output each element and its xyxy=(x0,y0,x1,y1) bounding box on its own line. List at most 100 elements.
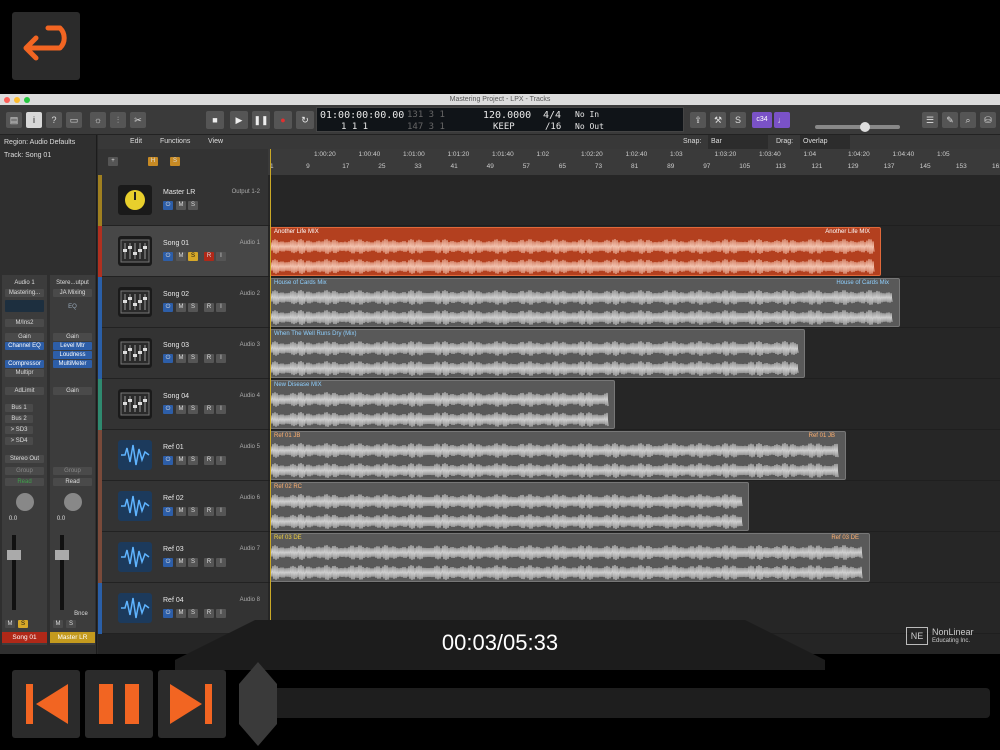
audio-region[interactable]: New Disease MIX xyxy=(270,380,615,429)
track-name[interactable]: Ref 02 xyxy=(163,495,184,502)
track-lane[interactable]: Another Life MIX Another Life MIX xyxy=(268,226,1000,277)
back-button[interactable] xyxy=(12,12,80,80)
close-window-icon[interactable] xyxy=(4,97,10,103)
track-solo-button[interactable]: S xyxy=(188,507,198,516)
track-lane[interactable]: Ref 03 DE Ref 03 DE xyxy=(268,532,1000,583)
list-editors-icon[interactable]: ⇪ xyxy=(690,112,706,128)
strip2-fader-cap[interactable] xyxy=(55,550,69,560)
strip2-setting[interactable]: JA Mixing xyxy=(53,289,92,297)
quick-help-icon[interactable]: ? xyxy=(46,112,62,128)
track-input-monitor-button[interactable]: I xyxy=(216,507,226,516)
toolbar-icon[interactable]: ▭ xyxy=(66,112,82,128)
master-volume-slider[interactable] xyxy=(815,125,900,129)
solo-header-button[interactable]: S xyxy=(170,157,180,166)
strip1-automation[interactable]: Read xyxy=(5,478,44,486)
strip2-group[interactable]: Group xyxy=(53,467,92,475)
track-input-monitor-button[interactable]: I xyxy=(216,303,226,312)
audio-region[interactable]: When The Well Runs Dry (Mix) xyxy=(270,329,805,378)
strip2-gain2[interactable]: Gain xyxy=(53,387,92,395)
scrubber-handle[interactable] xyxy=(239,662,277,746)
strip1-plugin-1[interactable]: Channel EQ xyxy=(5,342,44,350)
search-icon[interactable]: ⌕ xyxy=(960,112,976,128)
track-input-monitor-button[interactable]: I xyxy=(216,405,226,414)
audio-region[interactable]: Another Life MIX Another Life MIX xyxy=(270,227,881,276)
pause-button[interactable]: ❚❚ xyxy=(252,111,270,129)
playback-scrubber[interactable] xyxy=(240,688,990,718)
track-solo-button[interactable]: S xyxy=(188,252,198,261)
track-input-monitor-button[interactable]: I xyxy=(216,456,226,465)
strip1-send-2[interactable]: Bus 2 xyxy=(5,415,33,423)
track-solo-button[interactable]: S xyxy=(188,456,198,465)
track-mute-button[interactable]: M xyxy=(176,405,186,414)
track-power-button[interactable]: ⏻ xyxy=(163,558,173,567)
previous-button[interactable] xyxy=(12,670,80,738)
browser-icon[interactable]: ⛁ xyxy=(980,112,996,128)
play-button[interactable]: ▶ xyxy=(230,111,248,129)
strip2-automation[interactable]: Read xyxy=(53,478,92,486)
mixer-icon[interactable]: ⫶ xyxy=(110,112,126,128)
strip2-gain[interactable]: Gain xyxy=(53,333,92,341)
strip1-pan-knob[interactable] xyxy=(16,493,34,511)
library-icon[interactable]: ▤ xyxy=(6,112,22,128)
strip1-plugin-3[interactable]: Multipr xyxy=(5,369,44,377)
track-power-button[interactable]: ⏻ xyxy=(163,303,173,312)
track-name[interactable]: Ref 03 xyxy=(163,546,184,553)
track-solo-button[interactable]: S xyxy=(188,609,198,618)
track-solo-button[interactable]: S xyxy=(188,405,198,414)
hide-button[interactable]: H xyxy=(148,157,158,166)
track-name[interactable]: Song 04 xyxy=(163,393,189,400)
editors-icon[interactable]: ✂ xyxy=(130,112,146,128)
track-header[interactable]: Ref 03 Audio 7 ⏻ M S R I xyxy=(98,532,268,583)
track-input-monitor-button[interactable]: I xyxy=(216,354,226,363)
playhead[interactable] xyxy=(270,149,271,654)
strip1-setting[interactable]: Mastering... xyxy=(5,289,44,297)
strip1-send-1[interactable]: Bus 1 xyxy=(5,404,33,412)
track-record-button[interactable]: R xyxy=(204,456,214,465)
track-power-button[interactable]: ⏻ xyxy=(163,405,173,414)
audio-region[interactable]: Ref 02 RC xyxy=(270,482,749,531)
track-record-button[interactable]: R xyxy=(204,252,214,261)
track-name[interactable]: Song 03 xyxy=(163,342,189,349)
strip1-mono[interactable]: M/Ins2 xyxy=(5,319,44,327)
pause-video-button[interactable] xyxy=(85,670,153,738)
track-input-monitor-button[interactable]: I xyxy=(216,609,226,618)
track-header[interactable]: Song 04 Audio 4 ⏻ M S R I xyxy=(98,379,268,430)
track-lane[interactable]: Ref 01 JB Ref 01 JB xyxy=(268,430,1000,481)
strip2-bounce[interactable]: Bnce xyxy=(70,610,92,618)
track-name[interactable]: Master LR xyxy=(163,189,195,196)
strip1-group[interactable]: Group xyxy=(5,467,44,475)
track-record-button[interactable]: R xyxy=(204,558,214,567)
zoom-window-icon[interactable] xyxy=(24,97,30,103)
strip1-fader-cap[interactable] xyxy=(7,550,21,560)
track-header[interactable]: Ref 02 Audio 6 ⏻ M S R I xyxy=(98,481,268,532)
track-lane[interactable]: When The Well Runs Dry (Mix) xyxy=(268,328,1000,379)
track-mute-button[interactable]: M xyxy=(176,558,186,567)
audio-region[interactable]: Ref 01 JB Ref 01 JB xyxy=(270,431,846,480)
track-name[interactable]: Ref 04 xyxy=(163,597,184,604)
master-volume-knob[interactable] xyxy=(860,122,870,132)
edit-menu[interactable]: Edit xyxy=(130,135,142,149)
track-power-button[interactable]: ⏻ xyxy=(163,507,173,516)
metronome-icon[interactable]: ♩ xyxy=(774,112,790,128)
track-power-button[interactable]: ⏻ xyxy=(163,201,173,210)
cycle-button[interactable]: ↻ xyxy=(296,111,314,129)
track-header[interactable]: Song 03 Audio 3 ⏻ M S R I xyxy=(98,328,268,379)
strip2-eq[interactable]: EQ xyxy=(53,303,92,311)
track-record-button[interactable]: R xyxy=(204,507,214,516)
track-power-button[interactable]: ⏻ xyxy=(163,609,173,618)
minimize-window-icon[interactable] xyxy=(14,97,20,103)
smart-controls-icon[interactable]: ☼ xyxy=(90,112,106,128)
track-lane[interactable] xyxy=(268,175,1000,226)
strip1-send-4[interactable]: > SD4 xyxy=(5,437,33,445)
track-mute-button[interactable]: M xyxy=(176,609,186,618)
track-header[interactable]: Master LR Output 1-2 ⏻ M S xyxy=(98,175,268,226)
track-header[interactable]: Ref 01 Audio 5 ⏻ M S R I xyxy=(98,430,268,481)
track-inspector-header[interactable]: Track: Song 01 xyxy=(4,152,51,159)
track-lane[interactable]: Ref 02 RC xyxy=(268,481,1000,532)
track-solo-button[interactable]: S xyxy=(188,354,198,363)
track-mute-button[interactable]: M xyxy=(176,201,186,210)
track-power-button[interactable]: ⏻ xyxy=(163,252,173,261)
track-solo-button[interactable]: S xyxy=(188,201,198,210)
track-solo-button[interactable]: S xyxy=(188,558,198,567)
track-name[interactable]: Song 01 xyxy=(163,240,189,247)
